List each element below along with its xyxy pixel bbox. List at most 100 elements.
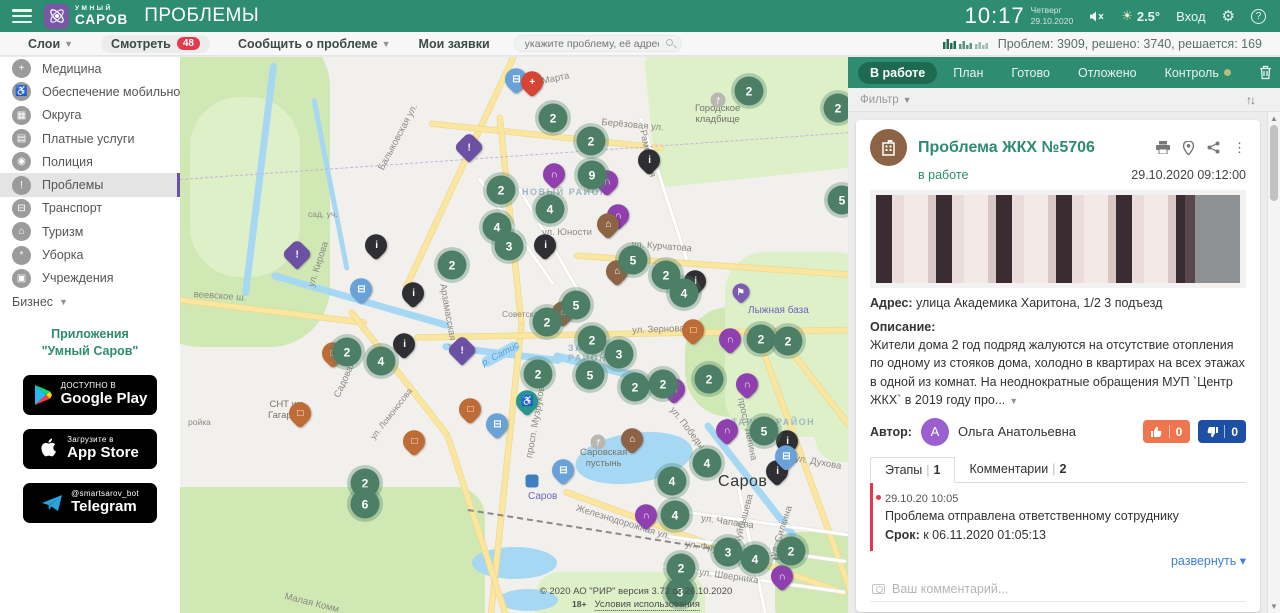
kebab-menu-icon[interactable]: ⋮ [1233, 141, 1246, 154]
map-cluster-marker[interactable]: 2 [578, 326, 607, 355]
map-cluster-marker[interactable]: 2 [695, 365, 724, 394]
panel-tab-в-работе[interactable]: В работе [858, 62, 937, 84]
problem-card[interactable]: Проблема ЖКХ №5706 ⋮ в работе 29.10.2020… [856, 120, 1260, 612]
filter-dropdown[interactable]: Фильтр▼ [860, 94, 912, 106]
sidebar-item-policiya[interactable]: ◉Полиция [0, 150, 180, 173]
map-cluster-marker[interactable]: 2 [824, 94, 849, 123]
terms-link[interactable]: Условия использования [594, 599, 699, 611]
my-requests-button[interactable]: Мои заявки [419, 37, 490, 51]
map-cluster-marker[interactable]: 5 [828, 186, 849, 215]
roadworks-pin-icon[interactable]: ∩ [538, 159, 569, 190]
trash-pin-icon[interactable]: □ [454, 394, 485, 425]
weather-widget[interactable]: ☀ 2.5° [1121, 8, 1160, 24]
map-cluster-marker[interactable]: 4 [741, 545, 770, 574]
map-cluster-marker[interactable]: 2 [735, 77, 764, 106]
map-cluster-marker[interactable]: 9 [578, 161, 607, 190]
map-cluster-marker[interactable]: 4 [670, 279, 699, 308]
help-icon[interactable]: ? [1251, 9, 1266, 24]
sort-icon[interactable]: ↑↓ [1246, 93, 1268, 107]
like-button[interactable]: 0 [1143, 420, 1191, 443]
map-cluster-marker[interactable]: 5 [750, 417, 779, 446]
app-store-badge[interactable]: Загрузите вApp Store [23, 429, 157, 469]
map-cluster-marker[interactable]: 2 [539, 104, 568, 133]
sidebar-item-platnye[interactable]: ▤Платные услуги [0, 127, 180, 150]
map-cluster-marker[interactable]: 2 [747, 325, 776, 354]
map-cluster-marker[interactable]: 2 [487, 176, 516, 205]
settings-icon[interactable]: ⚙ [1222, 7, 1235, 25]
sidebar-item-okruga[interactable]: ▦Округа [0, 104, 180, 127]
map-cluster-marker[interactable]: 2 [777, 537, 806, 566]
map-cluster-marker[interactable]: 4 [536, 195, 565, 224]
map-cluster-marker[interactable]: 2 [577, 127, 606, 156]
comment-input[interactable]: Ваш комментарий... [870, 577, 1246, 602]
sidebar-item-uborka[interactable]: *Уборка [0, 243, 180, 266]
zhkh-category-icon [870, 129, 907, 166]
map-cluster-marker[interactable]: 5 [562, 291, 591, 320]
map-cluster-marker[interactable]: 5 [576, 361, 605, 390]
dislike-button[interactable]: 0 [1198, 420, 1246, 443]
tab-stages[interactable]: Этапы|1 [870, 457, 955, 483]
map-canvas[interactable]: Балыковская ул.ул. 8 МартаБерёзовая ул.Г… [180, 57, 848, 613]
map-cluster-marker[interactable]: 6 [351, 490, 380, 519]
login-button[interactable]: Вход [1176, 9, 1205, 24]
problem-title[interactable]: Проблема ЖКХ №5706 [918, 139, 1145, 157]
author-avatar: А [921, 418, 949, 446]
map-cluster-marker[interactable]: 5 [619, 246, 648, 275]
map-cluster-marker[interactable]: 2 [438, 251, 467, 280]
map-cluster-marker[interactable]: 2 [333, 338, 362, 367]
location-icon[interactable] [1183, 141, 1194, 155]
problem-photo[interactable] [870, 190, 1246, 288]
telegram-badge[interactable]: @smartsarov_botTelegram [23, 483, 157, 523]
sidebar-item-turizm[interactable]: ⌂Туризм [0, 220, 180, 243]
trash-pin-icon[interactable]: □ [398, 426, 429, 457]
share-icon[interactable] [1207, 141, 1220, 154]
map-cluster-marker[interactable]: 2 [524, 360, 553, 389]
search-input[interactable] [514, 35, 682, 52]
panel-scrollbar[interactable]: ▲ ▼ [1267, 112, 1280, 613]
church-icon[interactable]: † [591, 435, 606, 450]
map-cluster-marker[interactable]: 2 [533, 308, 562, 337]
trash-icon[interactable] [1251, 65, 1280, 80]
sidebar-item-business[interactable]: Бизнес▼ [0, 290, 180, 314]
panel-tab-отложено[interactable]: Отложено [1066, 62, 1149, 84]
sidebar-item-mobilnost[interactable]: ♿Обеспечение мобильности [0, 80, 180, 103]
cemetery-icon[interactable]: † [711, 93, 726, 108]
sidebar-item-problemy[interactable]: !Проблемы [0, 173, 180, 196]
map-cluster-marker[interactable]: 3 [495, 232, 524, 261]
map-cluster-marker[interactable]: 4 [658, 467, 687, 496]
map-cluster-marker[interactable]: 3 [714, 538, 743, 567]
search-box[interactable] [514, 35, 682, 53]
tab-comments[interactable]: Комментарии|2 [955, 457, 1080, 482]
panel-tab-план[interactable]: План [941, 62, 995, 84]
streetlight-pin-icon[interactable]: i [397, 278, 428, 309]
layers-dropdown[interactable]: Слои▼ [28, 37, 73, 51]
scroll-up-icon[interactable]: ▲ [1270, 112, 1278, 125]
menu-icon[interactable] [12, 9, 32, 23]
map-cluster-marker[interactable]: 3 [605, 340, 634, 369]
expand-description-icon[interactable]: ▼ [1009, 396, 1018, 406]
map-cluster-marker[interactable]: 2 [774, 327, 803, 356]
map-cluster-marker[interactable]: 2 [649, 370, 678, 399]
map-cluster-marker[interactable]: 4 [367, 347, 396, 376]
sidebar-item-medicina[interactable]: +Медицина [0, 57, 180, 80]
scrollbar-thumb[interactable] [1270, 125, 1278, 201]
scroll-down-icon[interactable]: ▼ [1270, 600, 1278, 613]
train-station-icon[interactable] [526, 475, 539, 488]
map-cluster-marker[interactable]: 2 [621, 373, 650, 402]
mute-icon[interactable] [1089, 10, 1105, 23]
sidebar-item-uchrezhdeniya[interactable]: ▣Учреждения [0, 267, 180, 290]
google-play-badge[interactable]: ДОСТУПНО ВGoogle Play [23, 375, 157, 415]
bus-pin-icon[interactable]: ⊟ [547, 455, 578, 486]
panel-tab-контроль[interactable]: Контроль [1153, 62, 1243, 84]
report-problem-dropdown[interactable]: Сообщить о проблеме▼ [238, 37, 391, 51]
map-cluster-marker[interactable]: 4 [661, 501, 690, 530]
sidebar-item-transport[interactable]: ⊟Транспорт [0, 197, 180, 220]
map-cluster-marker[interactable]: 4 [693, 449, 722, 478]
expand-link[interactable]: развернуть ▾ [870, 553, 1246, 568]
panel-tab-готово[interactable]: Готово [999, 62, 1062, 84]
print-icon[interactable] [1156, 141, 1170, 154]
watch-button[interactable]: Смотреть 48 [101, 35, 210, 53]
panel-scroll-area[interactable]: Проблема ЖКХ №5706 ⋮ в работе 29.10.2020… [848, 112, 1280, 613]
streetlight-pin-icon[interactable]: i [360, 230, 391, 261]
app-logo[interactable]: УМНЫЙ САРОВ [44, 4, 128, 29]
